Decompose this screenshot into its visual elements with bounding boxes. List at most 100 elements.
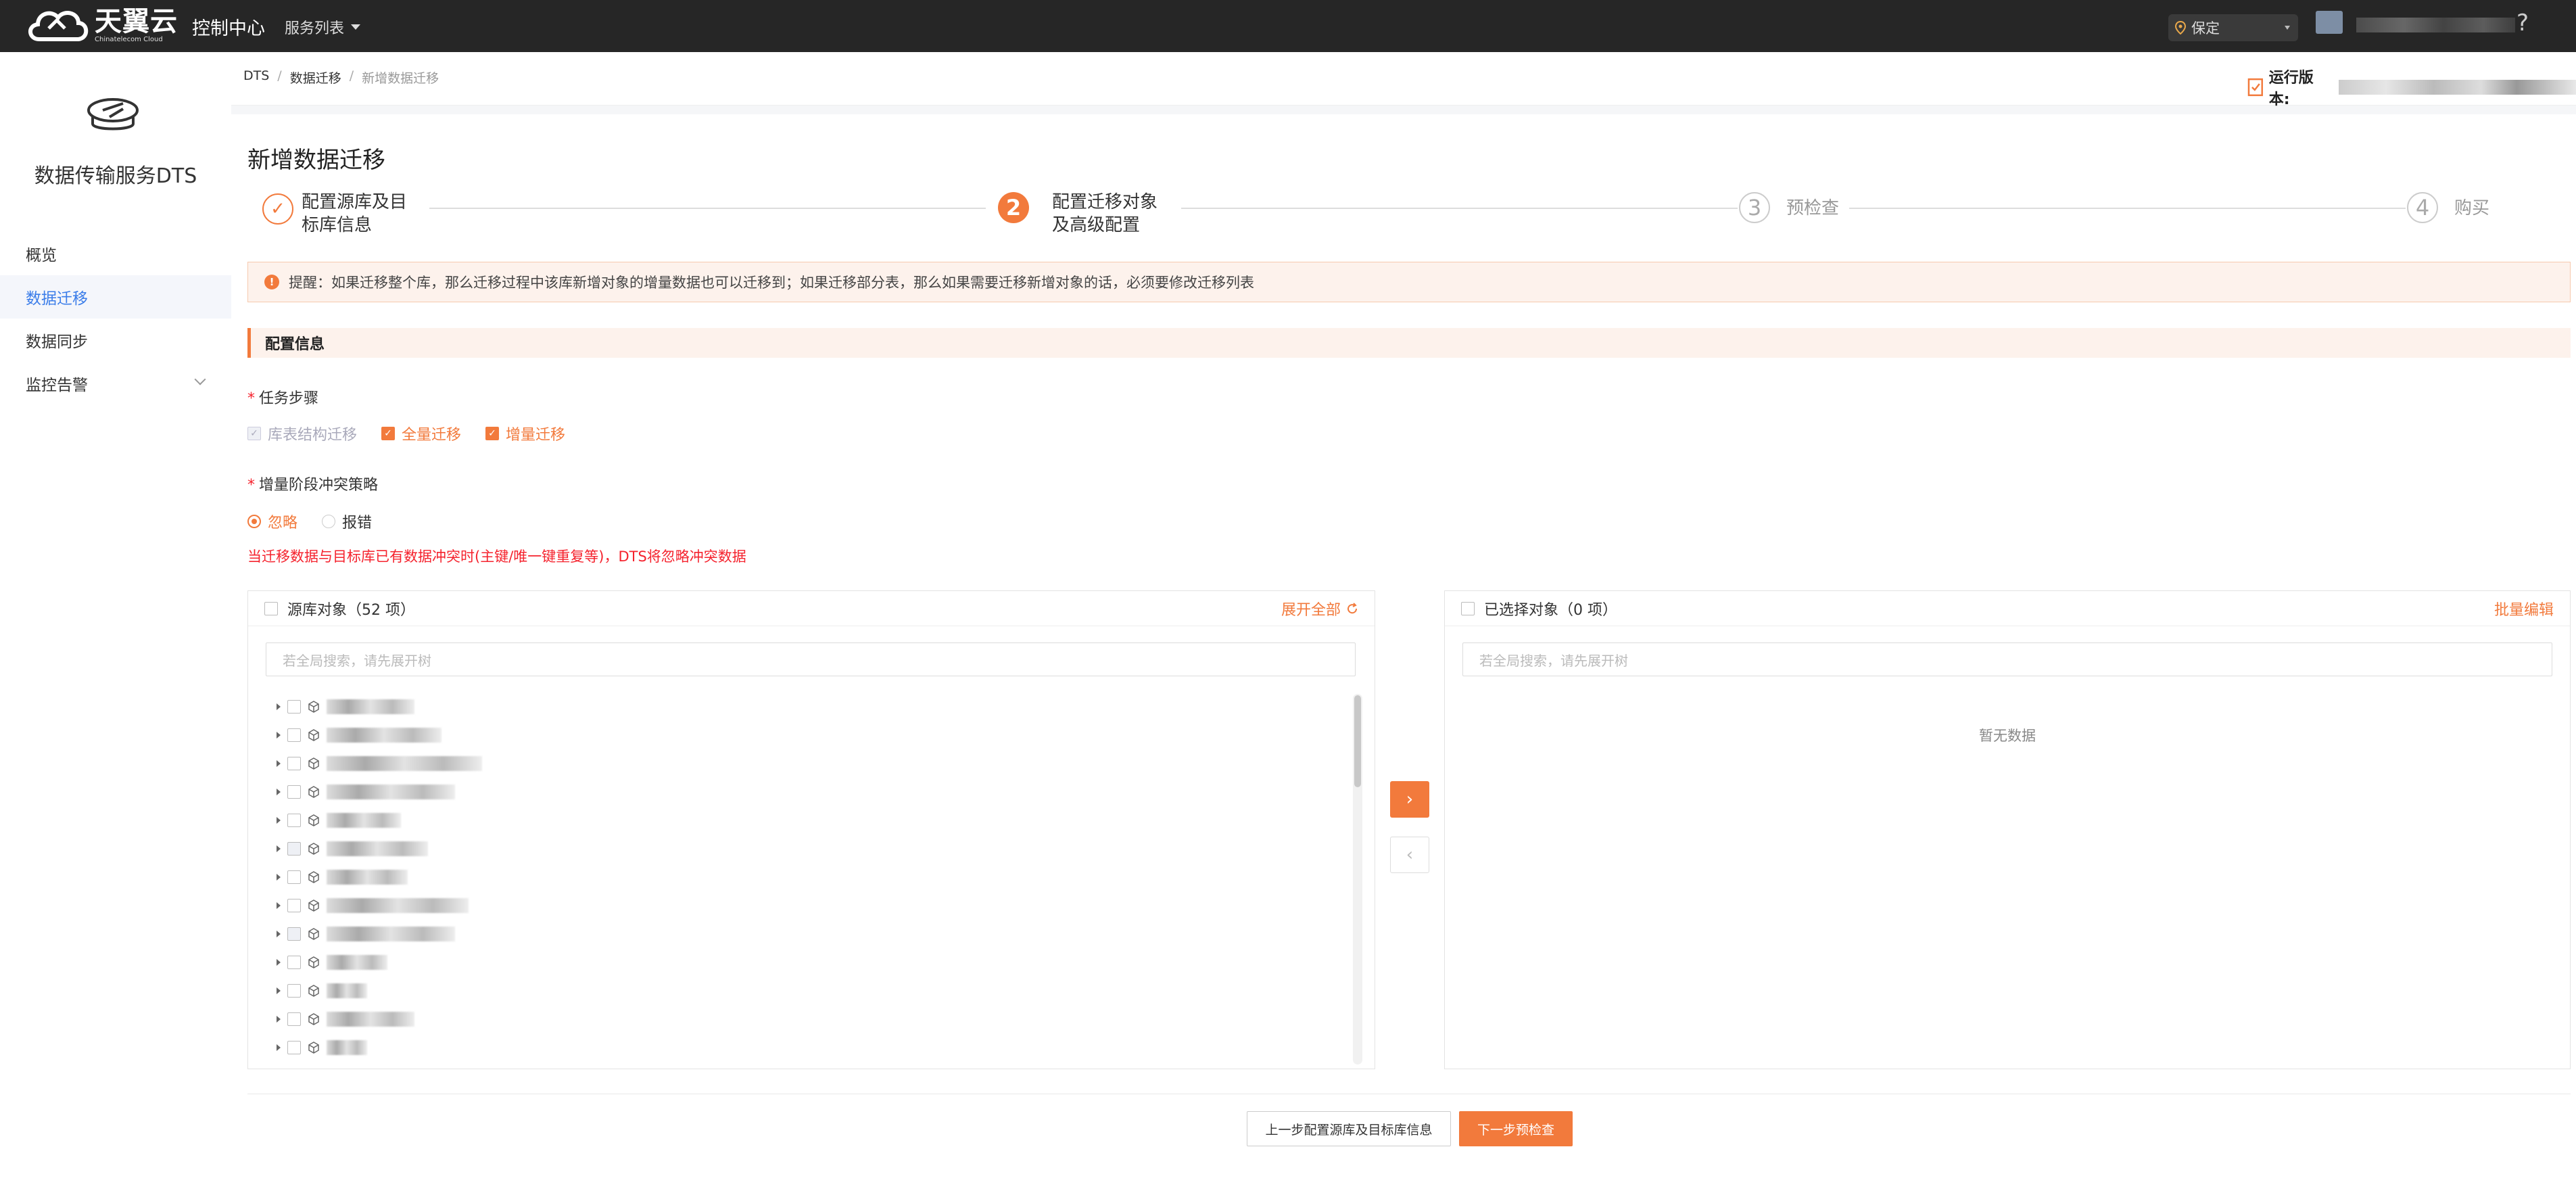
tree-row[interactable] [266, 778, 1335, 806]
full-migration-checkbox[interactable]: ✓ [381, 427, 396, 440]
sidebar-item-overview[interactable]: 概览 [0, 232, 231, 275]
tree-row[interactable] [266, 749, 1335, 778]
batch-edit-button[interactable]: 批量编辑 [2494, 598, 2554, 619]
tree-item-name-redacted [327, 813, 401, 828]
tree-row[interactable] [266, 948, 1335, 977]
sidebar-item-migration[interactable]: 数据迁移 [0, 275, 231, 319]
tree-row[interactable] [266, 693, 1335, 721]
tree-row[interactable] [266, 1005, 1335, 1033]
help-icon[interactable]: ? [2517, 9, 2529, 37]
source-search-input[interactable]: 若全局搜索，请先展开树 [266, 642, 1356, 676]
required-mark: * [247, 390, 255, 407]
cube-icon [308, 757, 319, 770]
services-menu[interactable]: 服务列表 [285, 16, 361, 38]
caret-right-icon[interactable] [277, 902, 281, 909]
batch-edit-label: 批量编辑 [2494, 601, 2554, 619]
step-3-circle: 3 [1739, 192, 1770, 223]
console-link[interactable]: 控制中心 [192, 14, 265, 40]
tree-row[interactable] [266, 977, 1335, 1005]
tree-checkbox[interactable] [287, 728, 301, 742]
caret-right-icon[interactable] [277, 732, 281, 739]
sidebar-item-label: 监控告警 [26, 377, 88, 394]
tree-row[interactable] [266, 806, 1335, 835]
cube-icon [308, 956, 319, 968]
caret-right-icon[interactable] [277, 703, 281, 710]
error-label[interactable]: 报错 [342, 511, 372, 532]
step-1-label-line: 标库信息 [302, 215, 373, 235]
caret-right-icon[interactable] [277, 1016, 281, 1023]
tree-checkbox[interactable] [287, 927, 301, 941]
incremental-migration-label[interactable]: 增量迁移 [506, 423, 565, 444]
tree-item-name-redacted [327, 841, 428, 856]
tree-checkbox[interactable] [287, 870, 301, 884]
dts-icon [87, 98, 139, 131]
ignore-radio[interactable] [247, 515, 261, 528]
tree-checkbox[interactable] [287, 984, 301, 998]
tree-row[interactable] [266, 1033, 1335, 1062]
caret-right-icon[interactable] [277, 845, 281, 852]
breadcrumb-sep: / [349, 68, 354, 83]
caret-right-icon[interactable] [277, 874, 281, 881]
location-icon [2175, 21, 2186, 34]
caret-right-icon[interactable] [277, 931, 281, 937]
tree-row[interactable] [266, 863, 1335, 891]
selected-search-input[interactable]: 若全局搜索，请先展开树 [1462, 642, 2552, 676]
sidebar-item-sync[interactable]: 数据同步 [0, 319, 231, 362]
tree-row[interactable] [266, 891, 1335, 920]
tree-item-name-redacted [327, 983, 367, 998]
incremental-migration-checkbox[interactable]: ✓ [485, 427, 500, 440]
selected-select-all-checkbox[interactable] [1461, 601, 1475, 615]
tree-checkbox[interactable] [287, 1012, 301, 1026]
caret-right-icon[interactable] [277, 760, 281, 767]
brand-logo[interactable]: 天翼云 Chinatelecom Cloud [24, 4, 178, 47]
tree-checkbox[interactable] [287, 700, 301, 714]
sidebar-item-label: 数据同步 [26, 333, 88, 351]
required-mark: * [247, 477, 255, 494]
tree-checkbox[interactable] [287, 842, 301, 856]
step-3-label: 预检查 [1786, 198, 1840, 218]
step-connector [1181, 208, 1738, 209]
expand-all-button[interactable]: 展开全部 [1281, 598, 1358, 619]
version-label: 运行版本: [2268, 70, 2314, 108]
tree-checkbox[interactable] [287, 757, 301, 770]
source-panel-header: 源库对象（52 项） 展开全部 [248, 591, 1375, 626]
tree-row[interactable] [266, 721, 1335, 749]
error-radio[interactable] [322, 515, 336, 528]
caret-down-icon [2285, 26, 2290, 30]
tree-row[interactable] [266, 920, 1335, 948]
prev-step-button[interactable]: 上一步配置源库及目标库信息 [1247, 1111, 1451, 1146]
tree-checkbox[interactable] [287, 814, 301, 827]
conflict-hint: 当迁移数据与目标库已有数据冲突时(主键/唯一键重复等)，DTS将忽略冲突数据 [247, 548, 746, 565]
add-to-selected-button[interactable]: › [1390, 781, 1429, 818]
step-2-label-line: 配置迁移对象 [1052, 192, 1158, 212]
tree-checkbox[interactable] [287, 899, 301, 912]
top-nav-bar: 天翼云 Chinatelecom Cloud 控制中心 服务列表 保定 ? [0, 0, 2576, 52]
remove-from-selected-button[interactable]: ‹ [1390, 837, 1429, 873]
sidebar-item-monitoring[interactable]: 监控告警 [0, 362, 231, 405]
source-select-all-checkbox[interactable] [264, 601, 278, 615]
next-step-button[interactable]: 下一步预检查 [1459, 1111, 1573, 1146]
avatar-icon[interactable] [2316, 11, 2343, 34]
caret-right-icon[interactable] [277, 1044, 281, 1051]
step-2-circle: 2 [998, 192, 1029, 223]
region-label: 保定 [2191, 20, 2220, 37]
version-value-redacted [2339, 80, 2576, 95]
caret-right-icon[interactable] [277, 789, 281, 795]
tree-row[interactable] [266, 835, 1335, 863]
task-steps-options: ✓ 库表结构迁移 ✓ 全量迁移 ✓ 增量迁移 [247, 423, 565, 444]
breadcrumb-migration[interactable]: 数据迁移 [290, 68, 341, 87]
tree-checkbox[interactable] [287, 1041, 301, 1054]
source-tree-scrollbar[interactable] [1353, 694, 1362, 1065]
caret-right-icon[interactable] [277, 959, 281, 966]
caret-right-icon[interactable] [277, 817, 281, 824]
tree-checkbox[interactable] [287, 785, 301, 799]
tree-item-name-redacted [327, 785, 455, 799]
ignore-label[interactable]: 忽略 [268, 511, 297, 532]
user-name-redacted[interactable] [2356, 18, 2515, 32]
full-migration-label[interactable]: 全量迁移 [402, 423, 461, 444]
breadcrumb-dts[interactable]: DTS [243, 68, 269, 87]
caret-right-icon[interactable] [277, 987, 281, 994]
region-select[interactable]: 保定 [2168, 14, 2298, 41]
breadcrumb-current: 新增数据迁移 [362, 71, 439, 86]
tree-checkbox[interactable] [287, 956, 301, 969]
